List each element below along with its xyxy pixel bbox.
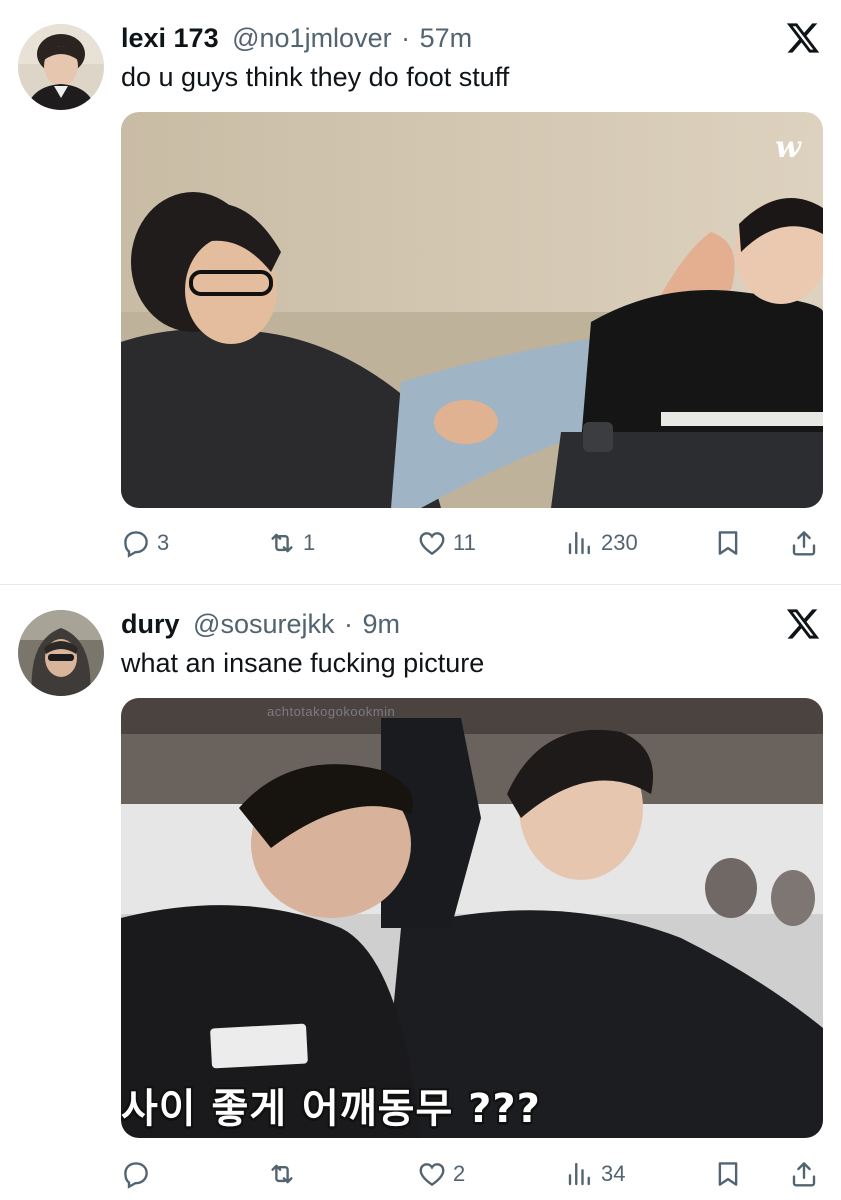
tweet-text: do u guys think they do foot stuff (121, 62, 510, 92)
reply-icon (124, 1162, 148, 1189)
tweet-header: dury @sosurejkk · 9m (121, 608, 400, 640)
share-icon (792, 531, 816, 556)
reply-count: 3 (157, 530, 170, 555)
share-icon (792, 1162, 816, 1187)
heart-icon (419, 1163, 445, 1187)
views-count: 34 (601, 1161, 626, 1186)
bookmark-icon (718, 1162, 738, 1186)
avatar[interactable] (18, 610, 104, 696)
display-name[interactable]: lexi 173 (121, 23, 219, 53)
retweet-icon (271, 533, 293, 553)
like-count: 2 (453, 1161, 466, 1186)
x-logo-icon[interactable] (785, 20, 821, 56)
timestamp[interactable]: 57m (420, 23, 473, 53)
reply-button[interactable] (121, 1156, 157, 1192)
retweet-button[interactable] (267, 1156, 303, 1192)
avatar[interactable] (18, 24, 104, 110)
views-button[interactable]: 34 (565, 1156, 625, 1192)
timestamp[interactable]: 9m (363, 609, 401, 639)
retweet-count: 1 (303, 530, 316, 555)
share-button[interactable] (789, 1156, 819, 1192)
display-name[interactable]: dury (121, 609, 180, 639)
views-button[interactable]: 230 (565, 525, 638, 561)
tweet-media-image[interactable]: achtotakogokookmin 사이 좋게 어깨동무 ??? (121, 698, 823, 1138)
separator: · (344, 609, 353, 639)
tweet-media-image[interactable]: w (121, 112, 823, 508)
views-count: 230 (601, 530, 638, 555)
image-caption: 사이 좋게 어깨동무 ??? (121, 1086, 541, 1132)
reply-button[interactable]: 3 (121, 525, 169, 561)
retweet-button[interactable]: 1 (267, 525, 315, 561)
bookmark-button[interactable] (713, 525, 743, 561)
like-button[interactable]: 11 (417, 525, 476, 561)
share-button[interactable] (789, 525, 819, 561)
image-watermark: achtotakogokookmin (267, 704, 396, 719)
like-button[interactable]: 2 (417, 1156, 465, 1192)
separator: · (401, 23, 411, 53)
tweet-text: what an insane fucking picture (121, 648, 485, 678)
views-icon (568, 531, 590, 555)
views-icon (568, 1162, 590, 1186)
x-logo-icon[interactable] (785, 606, 821, 642)
like-count: 11 (453, 530, 476, 555)
tweet[interactable]: lexi 173 @no1jmlover · 57m do u guys thi… (0, 0, 841, 585)
bookmark-button[interactable] (713, 1156, 743, 1192)
retweet-icon (271, 1164, 293, 1184)
bookmark-icon (718, 531, 738, 555)
user-handle[interactable]: @no1jmlover (232, 23, 391, 53)
user-handle[interactable]: @sosurejkk (193, 609, 334, 639)
tweet[interactable]: dury @sosurejkk · 9m what an insane fuck… (0, 586, 841, 1200)
weverse-logo: w (775, 130, 801, 165)
tweet-actions: 3 1 11 230 (121, 525, 823, 561)
tweet-header: lexi 173 @no1jmlover · 57m (121, 22, 472, 54)
reply-icon (124, 531, 148, 558)
heart-icon (419, 532, 445, 556)
tweet-actions: 2 34 (121, 1156, 823, 1192)
